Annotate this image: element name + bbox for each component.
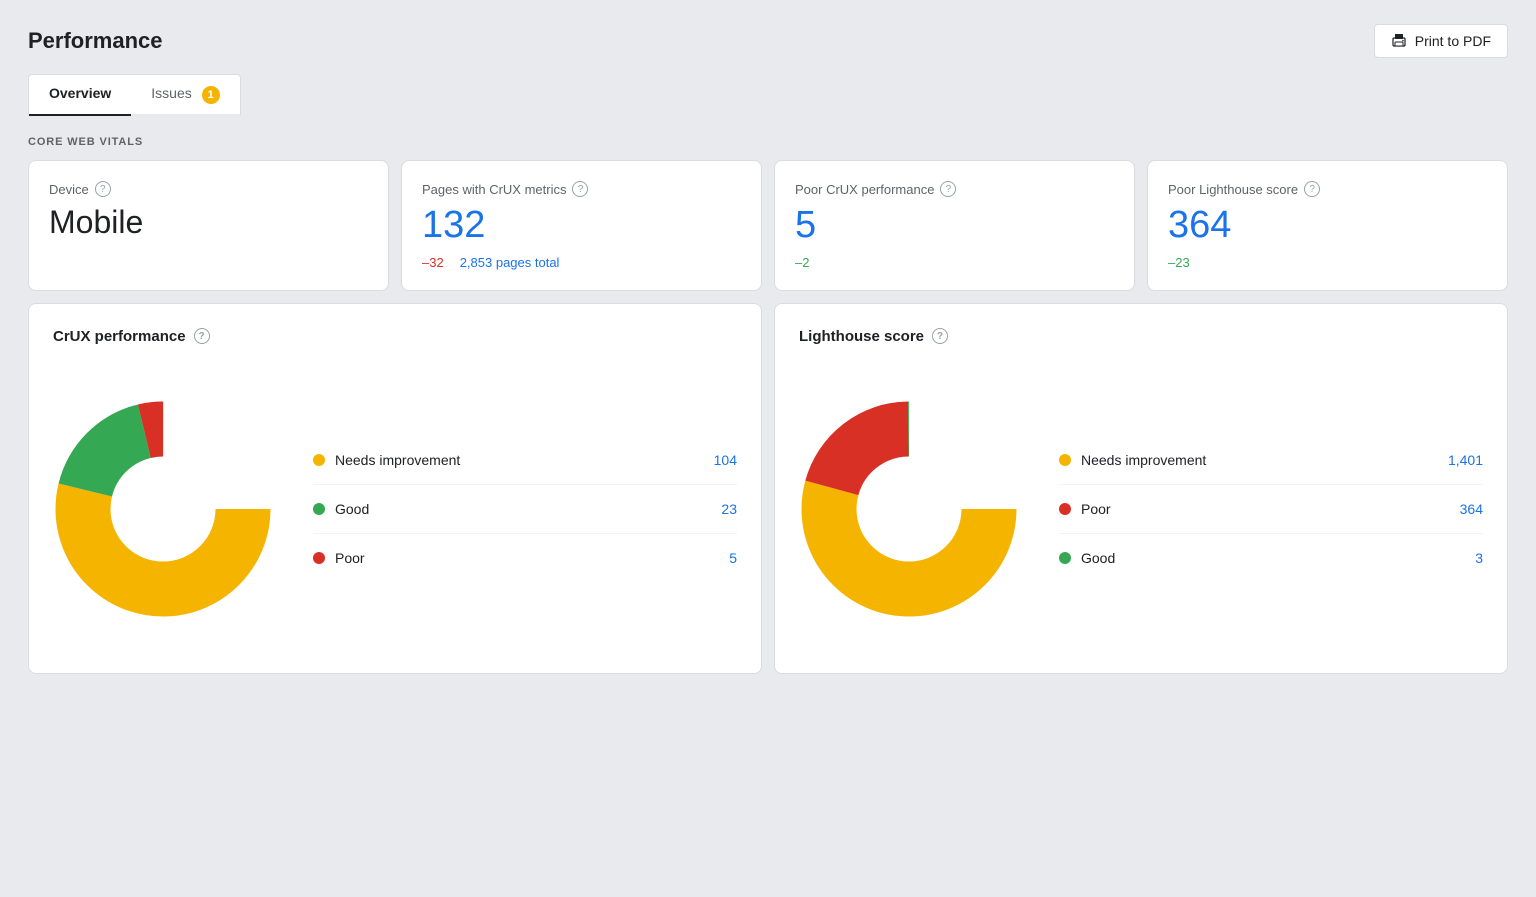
- poor-crux-card: Poor CrUX performance ? 5 –2: [774, 160, 1135, 291]
- poor-crux-delta: –2: [795, 255, 809, 270]
- issues-badge: 1: [202, 86, 220, 104]
- crux-chart-help-icon[interactable]: ?: [194, 328, 210, 344]
- crux-legend-divider-2: [313, 533, 737, 534]
- lighthouse-donut-hole: [867, 467, 951, 551]
- poor-lighthouse-delta: –23: [1168, 255, 1190, 270]
- section-label: CORE WEB VITALS: [28, 136, 1508, 148]
- lighthouse-legend-good: Good 3: [1059, 550, 1483, 566]
- poor-lighthouse-value: 364: [1168, 205, 1487, 247]
- crux-chart-card: CrUX performance ?: [28, 303, 762, 674]
- crux-legend-good: Good 23: [313, 501, 737, 517]
- crux-chart-title: CrUX performance ?: [53, 328, 737, 345]
- lighthouse-donut: [799, 399, 1019, 619]
- crux-chart-content: Needs improvement 104 Good 23: [53, 369, 737, 649]
- crux-dot-needs-improvement: [313, 454, 325, 466]
- page-title: Performance: [28, 28, 163, 54]
- device-card: Device ? Mobile: [28, 160, 389, 291]
- crux-donut-hole: [121, 467, 205, 551]
- print-icon: [1391, 33, 1407, 49]
- device-value: Mobile: [49, 205, 368, 240]
- crux-legend-needs-improvement: Needs improvement 104: [313, 452, 737, 468]
- header: Performance Print to PDF: [28, 24, 1508, 58]
- pages-crux-total: 2,853 pages total: [460, 255, 560, 270]
- crux-dot-poor: [313, 552, 325, 564]
- pages-crux-sub: –32 2,853 pages total: [422, 255, 741, 270]
- poor-crux-help-icon[interactable]: ?: [940, 181, 956, 197]
- metric-cards-row: Device ? Mobile Pages with CrUX metrics …: [28, 160, 1508, 291]
- pages-crux-help-icon[interactable]: ?: [572, 181, 588, 197]
- pages-crux-card: Pages with CrUX metrics ? 132 –32 2,853 …: [401, 160, 762, 291]
- charts-row: CrUX performance ?: [28, 303, 1508, 674]
- crux-dot-good: [313, 503, 325, 515]
- device-help-icon[interactable]: ?: [95, 181, 111, 197]
- print-button[interactable]: Print to PDF: [1374, 24, 1508, 58]
- pages-crux-value: 132: [422, 205, 741, 247]
- poor-crux-label: Poor CrUX performance ?: [795, 181, 1114, 197]
- tab-overview[interactable]: Overview: [29, 75, 131, 116]
- lighthouse-chart-title: Lighthouse score ?: [799, 328, 1483, 345]
- crux-legend-divider-1: [313, 484, 737, 485]
- poor-crux-sub: –2: [795, 255, 1114, 270]
- lighthouse-dot-needs-improvement: [1059, 454, 1071, 466]
- crux-legend-poor: Poor 5: [313, 550, 737, 566]
- lighthouse-legend-poor: Poor 364: [1059, 501, 1483, 517]
- lighthouse-legend-divider-1: [1059, 484, 1483, 485]
- crux-legend: Needs improvement 104 Good 23: [313, 452, 737, 566]
- lighthouse-dot-poor: [1059, 503, 1071, 515]
- tabs: Overview Issues 1: [28, 74, 241, 116]
- poor-lighthouse-card: Poor Lighthouse score ? 364 –23: [1147, 160, 1508, 291]
- lighthouse-legend-divider-2: [1059, 533, 1483, 534]
- poor-crux-value: 5: [795, 205, 1114, 247]
- lighthouse-legend: Needs improvement 1,401 Poor 364: [1059, 452, 1483, 566]
- tab-issues[interactable]: Issues 1: [131, 75, 239, 116]
- lighthouse-chart-content: Needs improvement 1,401 Poor 364: [799, 369, 1483, 649]
- crux-donut-svg: [53, 399, 273, 619]
- poor-lighthouse-sub: –23: [1168, 255, 1487, 270]
- page-wrapper: Performance Print to PDF Overview Issues…: [0, 0, 1536, 897]
- pages-crux-delta: –32: [422, 255, 444, 270]
- poor-lighthouse-label: Poor Lighthouse score ?: [1168, 181, 1487, 197]
- pages-crux-label: Pages with CrUX metrics ?: [422, 181, 741, 197]
- lighthouse-chart-card: Lighthouse score ?: [774, 303, 1508, 674]
- poor-lighthouse-help-icon[interactable]: ?: [1304, 181, 1320, 197]
- lighthouse-chart-help-icon[interactable]: ?: [932, 328, 948, 344]
- lighthouse-donut-svg: [799, 399, 1019, 619]
- crux-donut: [53, 399, 273, 619]
- lighthouse-legend-needs-improvement: Needs improvement 1,401: [1059, 452, 1483, 468]
- lighthouse-dot-good: [1059, 552, 1071, 564]
- device-card-label: Device ?: [49, 181, 368, 197]
